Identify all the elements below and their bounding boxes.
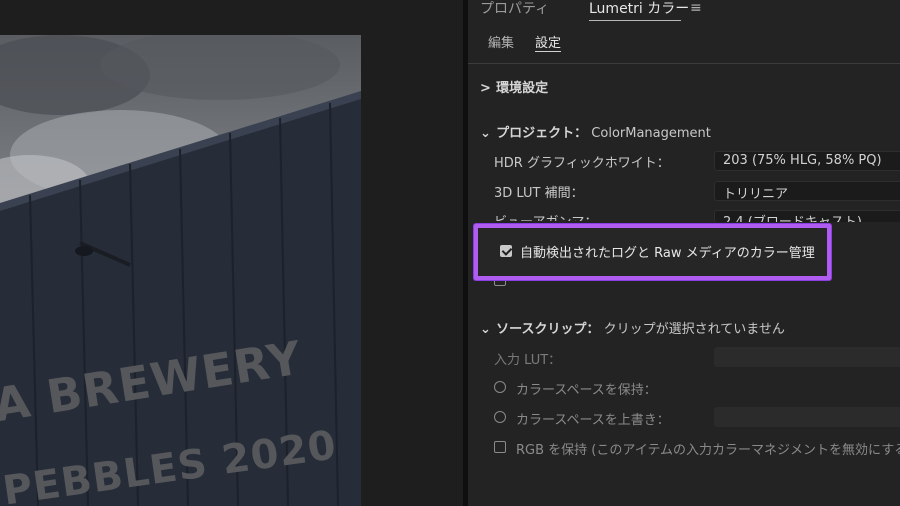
divider bbox=[468, 63, 900, 64]
sub-tab-bar: 編集 設定 bbox=[468, 28, 900, 54]
keep-color-space-label: カラースペースを保持： bbox=[516, 383, 657, 398]
section-title: ソースクリップ： bbox=[496, 322, 600, 337]
lut-interpolation-dropdown[interactable]: トリリニア bbox=[714, 181, 900, 201]
section-source-clip[interactable]: ⌄ ソースクリップ： クリップが選択されていません bbox=[480, 318, 785, 337]
section-title: プロジェクト： bbox=[496, 126, 588, 141]
auto-detect-log-raw-label: 自動検出されたログと Raw メディアのカラー管理 bbox=[520, 246, 815, 261]
project-name: ColorManagement bbox=[591, 126, 711, 141]
lut-interpolation-label: 3D LUT 補間： bbox=[494, 186, 584, 201]
auto-detect-log-raw-checkbox[interactable] bbox=[500, 245, 512, 257]
tab-properties[interactable]: プロパティ bbox=[480, 0, 549, 18]
chevron-down-icon: ⌄ bbox=[480, 126, 491, 141]
panel-menu-icon[interactable]: ≡ bbox=[690, 0, 702, 16]
section-environment-settings[interactable]: > 環境設定 bbox=[480, 77, 548, 96]
override-color-space-label: カラースペースを上書き： bbox=[516, 413, 670, 428]
keep-color-space-radio[interactable] bbox=[494, 381, 506, 393]
chevron-right-icon: > bbox=[480, 81, 491, 96]
viewer-gamma-dropdown[interactable]: 2.4 (ブロードキャスト) bbox=[714, 210, 900, 222]
panel-tab-bar: プロパティ Lumetri カラー ≡ bbox=[468, 0, 900, 22]
app-window: A BREWERY PEBBLES 2020 プロパティ Lumetri カラー… bbox=[0, 0, 900, 506]
keep-rgb-label: RGB を保持 (このアイテムの入力カラーマネジメントを無効にする) bbox=[516, 443, 900, 458]
viewer-gamma-label: ビューアガンマ： bbox=[494, 211, 597, 221]
subtab-edit[interactable]: 編集 bbox=[488, 32, 514, 51]
program-monitor: A BREWERY PEBBLES 2020 bbox=[0, 0, 463, 506]
input-lut-dropdown bbox=[714, 347, 900, 367]
video-frame: A BREWERY PEBBLES 2020 bbox=[0, 35, 361, 506]
hdr-graphics-white-dropdown[interactable]: 203 (75% HLG, 58% PQ) bbox=[714, 151, 900, 171]
override-color-space-dropdown bbox=[714, 407, 900, 427]
chevron-down-icon: ⌄ bbox=[480, 322, 491, 337]
section-project[interactable]: ⌄ プロジェクト： ColorManagement bbox=[480, 122, 711, 141]
highlight-box: 自動検出されたログと Raw メディアのカラー管理 bbox=[474, 224, 831, 280]
input-lut-label: 入力 LUT： bbox=[494, 353, 562, 368]
hdr-graphics-white-label: HDR グラフィックホワイト： bbox=[494, 156, 670, 171]
active-subtab-indicator bbox=[535, 51, 561, 52]
subtab-settings[interactable]: 設定 bbox=[535, 32, 561, 51]
section-title: 環境設定 bbox=[496, 81, 549, 96]
tab-lumetri-color[interactable]: Lumetri カラー bbox=[589, 0, 689, 18]
active-tab-indicator bbox=[589, 20, 681, 21]
source-clip-status: クリップが選択されていません bbox=[603, 322, 785, 337]
keep-rgb-checkbox[interactable] bbox=[494, 441, 506, 453]
override-color-space-radio[interactable] bbox=[494, 411, 506, 423]
